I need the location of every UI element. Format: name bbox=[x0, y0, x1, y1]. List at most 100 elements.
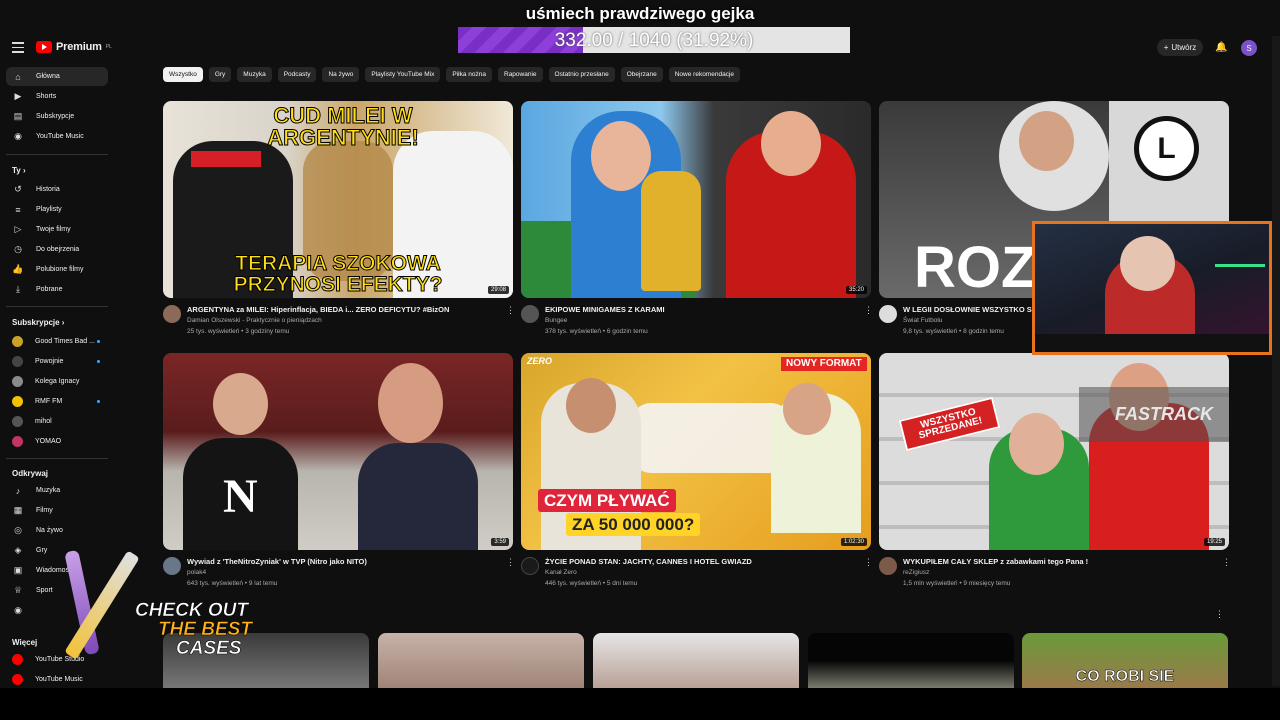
video-options-kebab-icon[interactable]: ⋮ bbox=[506, 557, 515, 568]
sidebar-item-main-3[interactable]: ◉ YouTube Music bbox=[6, 127, 108, 146]
youtube-premium-logo[interactable]: Premium PL bbox=[36, 41, 112, 53]
sidebar-subscriptions-heading-label: Subskrypcje bbox=[12, 318, 60, 327]
video-meta-2[interactable]: EKIPOWE MINIGAMES Z KARAMI Bungee 378 ty… bbox=[521, 305, 861, 339]
hamburger-menu-icon[interactable] bbox=[12, 42, 24, 53]
music-note-icon: ♪ bbox=[15, 485, 21, 496]
filter-chip[interactable]: Rapowanie bbox=[498, 67, 543, 82]
filter-chip[interactable]: Gry bbox=[208, 67, 232, 82]
video-thumbnail-11[interactable]: CO ROBI SIE bbox=[1022, 633, 1228, 688]
logo-region: PL bbox=[105, 44, 112, 50]
sidebar-explore-heading[interactable]: Odkrywaj bbox=[12, 469, 48, 478]
video-title[interactable]: EKIPOWE MINIGAMES Z KARAMI bbox=[545, 305, 665, 314]
channel-avatar[interactable] bbox=[521, 557, 539, 575]
sidebar-item-you-3[interactable]: ◷ Do obejrzenia bbox=[6, 240, 108, 259]
video-thumbnail-6[interactable]: WSZYSTKO SPRZEDANE! FASTRACK 19:25 bbox=[879, 353, 1229, 550]
youtube-app-icon bbox=[12, 674, 23, 685]
video-title[interactable]: ARGENTYNA za MILEI: Hiperinflacja, BIEDA… bbox=[187, 305, 449, 314]
sidebar-item-you-4[interactable]: 👍 Polubione filmy bbox=[6, 260, 108, 279]
sidebar-subscription-2[interactable]: Kolega Ignacy bbox=[6, 372, 108, 391]
channel-avatar[interactable] bbox=[879, 557, 897, 575]
sidebar-subscription-5[interactable]: YOMAO bbox=[6, 432, 108, 451]
filter-chip[interactable]: Playlisty YouTube Mix bbox=[365, 67, 441, 82]
section-options-kebab-icon[interactable]: ⋮ bbox=[1215, 609, 1224, 620]
sidebar-item-explore-1[interactable]: ▦ Filmy bbox=[6, 501, 108, 520]
video-title[interactable]: ŻYCIE PONAD STAN: JACHTY, CANNES I HOTEL… bbox=[545, 557, 752, 566]
video-options-kebab-icon[interactable]: ⋮ bbox=[1222, 557, 1231, 568]
sidebar-subscription-4[interactable]: mihol bbox=[6, 412, 108, 431]
video-options-kebab-icon[interactable]: ⋮ bbox=[864, 557, 873, 568]
sidebar-item-label: Historia bbox=[36, 186, 60, 193]
sidebar-item-you-2[interactable]: ▷ Twoje filmy bbox=[6, 220, 108, 239]
filter-chip[interactable]: Muzyka bbox=[237, 67, 272, 82]
video-thumbnail-8[interactable] bbox=[378, 633, 584, 688]
video-title[interactable]: WYKUPIŁEM CAŁY SKLEP z zabawkami tego Pa… bbox=[903, 557, 1088, 566]
music-icon: ◉ bbox=[14, 131, 22, 141]
video-thumbnail-2[interactable]: 35:20 bbox=[521, 101, 871, 298]
create-button[interactable]: + Utwórz bbox=[1157, 39, 1203, 56]
user-avatar[interactable]: S bbox=[1241, 40, 1257, 56]
playlist-icon: ≡ bbox=[15, 204, 21, 215]
video-meta-3[interactable]: W LEGII DOSŁOWNIE WSZYSTKO SI Świat Futb… bbox=[879, 305, 1034, 339]
channel-name[interactable]: Bungee bbox=[545, 317, 567, 324]
sidebar-subscription-0[interactable]: Good Times Bad ... bbox=[6, 332, 108, 351]
video-thumbnail-5[interactable]: ZERO NOWY FORMAT CZYM PŁYWAĆ ZA 50 000 0… bbox=[521, 353, 871, 550]
filter-chip[interactable]: Ostatnio przesłane bbox=[548, 67, 615, 82]
thumbnail-5-line1: CZYM PŁYWAĆ bbox=[538, 489, 676, 512]
thumbnail-6-sign: WSZYSTKO SPRZEDANE! bbox=[898, 396, 1001, 452]
video-meta-1[interactable]: ARGENTYNA za MILEI: Hiperinflacja, BIEDA… bbox=[163, 305, 503, 339]
filter-chip[interactable]: Wszystko bbox=[163, 67, 203, 82]
sidebar-subscriptions-heading[interactable]: Subskrypcje › bbox=[12, 318, 64, 327]
sidebar-item-explore-0[interactable]: ♪ Muzyka bbox=[6, 481, 108, 500]
sidebar-item-main-0[interactable]: ⌂ Główna bbox=[6, 67, 108, 86]
sidebar-subscription-3[interactable]: RMF FM bbox=[6, 392, 108, 411]
channel-name[interactable]: reZigiusz bbox=[903, 569, 929, 576]
video-thumbnail-1[interactable]: CUD MILEI W ARGENTYNIE! TERAPIA SZOKOWA … bbox=[163, 101, 513, 298]
sidebar-subscription-1[interactable]: Powojnie bbox=[6, 352, 108, 371]
sidebar-item-label: Good Times Bad ... bbox=[35, 338, 95, 345]
channel-name[interactable]: Kanał Zero bbox=[545, 569, 577, 576]
channel-avatar[interactable] bbox=[521, 305, 539, 323]
filter-chip[interactable]: Obejrzane bbox=[620, 67, 663, 82]
chevron-right-icon: › bbox=[20, 166, 26, 175]
filter-chip[interactable]: Nowe rekomendacje bbox=[668, 67, 740, 82]
video-thumbnail-9[interactable] bbox=[593, 633, 799, 688]
film-icon: ▦ bbox=[13, 505, 23, 515]
sidebar-item-you-1[interactable]: ≡ Playlisty bbox=[6, 200, 108, 219]
podcast-icon: ◉ bbox=[14, 605, 22, 615]
sidebar-item-label: Polubione filmy bbox=[36, 266, 84, 273]
channel-name[interactable]: Świat Futbolu bbox=[903, 317, 942, 324]
thumbnail-5-line2: ZA 50 000 000? bbox=[566, 513, 701, 536]
donation-progress-bar: 332.00 / 1040 (31.92%) bbox=[458, 27, 850, 53]
video-options-kebab-icon[interactable]: ⋮ bbox=[864, 305, 873, 316]
video-thumbnail-10[interactable] bbox=[808, 633, 1014, 688]
video-meta-6[interactable]: WYKUPIŁEM CAŁY SKLEP z zabawkami tego Pa… bbox=[879, 557, 1219, 591]
channel-avatar[interactable] bbox=[879, 305, 897, 323]
filter-chip[interactable]: Na żywo bbox=[322, 67, 360, 82]
sidebar-item-label: Filmy bbox=[36, 507, 53, 514]
thumbnail-11-text: CO ROBI SIE bbox=[1075, 668, 1175, 685]
page-scrollbar[interactable] bbox=[1272, 36, 1280, 686]
sidebar-item-you-0[interactable]: ↺ Historia bbox=[6, 180, 108, 199]
sidebar-item-main-1[interactable]: ▶ Shorts bbox=[6, 87, 108, 106]
filter-chip[interactable]: Podcasty bbox=[277, 67, 317, 82]
new-content-dot bbox=[97, 340, 100, 343]
video-thumbnail-4[interactable]: N 3:59 bbox=[163, 353, 513, 550]
history-icon: ↺ bbox=[14, 184, 22, 194]
video-options-kebab-icon[interactable]: ⋮ bbox=[506, 305, 515, 316]
channel-avatar bbox=[12, 356, 23, 367]
sidebar-item-main-2[interactable]: ▤ Subskrypcje bbox=[6, 107, 108, 126]
sidebar-item-you-5[interactable]: ⤓ Pobrane bbox=[6, 280, 108, 299]
notifications-bell-icon[interactable]: 🔔 bbox=[1215, 42, 1227, 53]
filter-chip[interactable]: Piłka nożna bbox=[446, 67, 492, 82]
sidebar-you-heading[interactable]: Ty › bbox=[12, 166, 26, 175]
sidebar-more-1[interactable]: YouTube Music bbox=[6, 670, 108, 689]
sidebar-item-label: Playlisty bbox=[36, 206, 62, 213]
video-title[interactable]: W LEGII DOSŁOWNIE WSZYSTKO SI bbox=[903, 305, 1034, 314]
video-stats: 25 tys. wyświetleń • 3 godziny temu bbox=[187, 328, 290, 335]
channel-avatar[interactable] bbox=[163, 305, 181, 323]
video-duration: 3:59 bbox=[491, 538, 509, 546]
channel-name[interactable]: Damian Olszewski - Praktycznie o pieniąd… bbox=[187, 317, 322, 324]
sidebar-more-heading[interactable]: Więcej bbox=[12, 638, 37, 647]
video-meta-5[interactable]: ŻYCIE PONAD STAN: JACHTY, CANNES I HOTEL… bbox=[521, 557, 861, 591]
sidebar-item-explore-2[interactable]: ◎ Na żywo bbox=[6, 521, 108, 540]
